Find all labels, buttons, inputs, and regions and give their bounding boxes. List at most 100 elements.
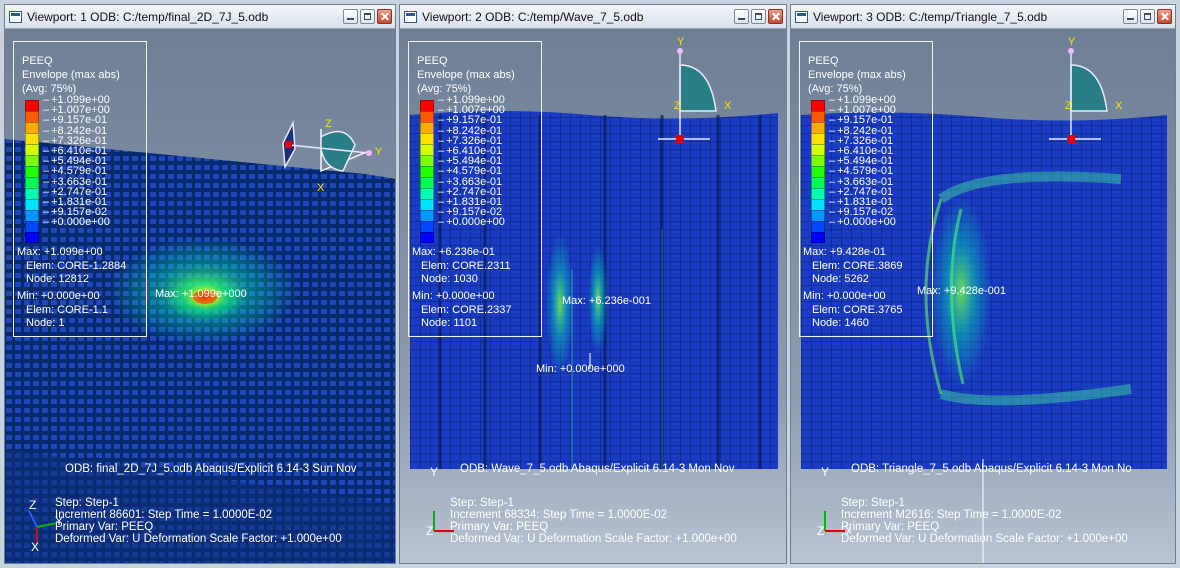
viewport-icon[interactable] <box>404 10 417 23</box>
deformed-var: Deformed Var: U Deformation Scale Factor… <box>841 533 1128 545</box>
legend-swatch <box>811 210 825 221</box>
legend-swatch <box>25 177 39 188</box>
viewport-1[interactable]: Viewport: 1 ODB: C:/temp/final_2D_7J_5.o… <box>4 4 396 564</box>
legend-max-info: Max: +6.236e-01 Elem: CORE.2311 Node: 10… <box>412 246 511 287</box>
max-elem: Elem: CORE.2311 <box>421 259 511 272</box>
odb-info: ODB: Wave_7_5.odb Abaqus/Explicit 6.14-3… <box>460 463 735 475</box>
legend-colorbar <box>420 100 434 243</box>
viewport-2[interactable]: Viewport: 2 ODB: C:/temp/Wave_7_5.odb Y … <box>399 4 787 564</box>
max-node: Node: 5262 <box>812 273 869 285</box>
viewport-2-status: Y ODB: Wave_7_5.odb Abaqus/Explicit 6.14… <box>400 459 786 563</box>
legend-swatch <box>811 232 825 243</box>
legend-max-info: Max: +1.099e+00 Elem: CORE-1.2884 Node: … <box>17 246 126 287</box>
max-elem: Elem: CORE-1.2884 <box>26 259 127 272</box>
minimize-button[interactable] <box>343 9 358 24</box>
legend-swatch <box>420 221 434 232</box>
legend-swatch <box>420 122 434 133</box>
viewport-title: Viewport: 2 ODB: C:/temp/Wave_7_5.odb <box>422 9 644 24</box>
legend-swatch <box>811 133 825 144</box>
triad-z-label: Z <box>325 118 332 130</box>
legend-swatch <box>811 221 825 232</box>
viewport-1-canvas[interactable]: Z Y X Max: +1.099e+000 PEEQ Envelope (ma… <box>5 29 395 563</box>
max-node: Node: 12812 <box>26 273 89 285</box>
primary-var: Primary Var: PEEQ <box>55 521 154 533</box>
viewport-2-canvas[interactable]: Y Z X Max: +6.236e-001 Min: +0.000e+000 … <box>400 29 786 563</box>
min-elem: Elem: CORE.3765 <box>812 303 903 316</box>
orientation-triad: Y Z X <box>1049 36 1123 143</box>
viewport-3-status: Y ODB: Triangle_7_5.odb Abaqus/Explicit … <box>791 459 1175 563</box>
viewport-3[interactable]: Viewport: 3 ODB: C:/temp/Triangle_7_5.od… <box>790 4 1176 564</box>
step-name: Step: Step-1 <box>55 497 119 509</box>
increment-info: Increment 86601: Step Time = 1.0000E-02 <box>55 509 273 521</box>
legend-swatch <box>25 221 39 232</box>
legend-swatch <box>420 100 434 111</box>
mini-z-label: Z <box>426 524 433 538</box>
orientation-triad: Y Z X <box>658 36 732 143</box>
legend-swatch <box>25 188 39 199</box>
viewport-3-titlebar[interactable]: Viewport: 3 ODB: C:/temp/Triangle_7_5.od… <box>791 5 1175 29</box>
step-name: Step: Step-1 <box>450 497 514 509</box>
legend-envelope: Envelope (max abs) <box>808 69 906 81</box>
viewport-3-canvas[interactable]: Y Z X Max: +9.428e-001 PEEQ Envelope (ma… <box>791 29 1175 563</box>
viewport-icon[interactable] <box>795 10 808 23</box>
step-info: Step: Step-1 Increment M2616: Step Time … <box>841 497 1128 545</box>
close-button[interactable] <box>768 9 783 24</box>
viewport-2-titlebar[interactable]: Viewport: 2 ODB: C:/temp/Wave_7_5.odb <box>400 5 786 29</box>
close-button[interactable] <box>1157 9 1172 24</box>
max-value: Max: +1.099e+00 <box>17 246 103 258</box>
triad-y-label: Y <box>677 36 685 48</box>
legend-swatch <box>420 210 434 221</box>
viewport-title: Viewport: 3 ODB: C:/temp/Triangle_7_5.od… <box>813 9 1048 24</box>
legend-swatch <box>25 232 39 243</box>
maximize-button[interactable] <box>360 9 375 24</box>
legend-swatch <box>420 155 434 166</box>
legend-swatch <box>25 100 39 111</box>
max-annotation: Max: +6.236e-001 <box>562 295 651 307</box>
odb-info: ODB: final_2D_7J_5.odb Abaqus/Explicit 6… <box>65 463 357 475</box>
legend-variable: PEEQ <box>808 55 839 67</box>
workspace: Viewport: 1 ODB: C:/temp/final_2D_7J_5.o… <box>0 0 1180 568</box>
step-name: Step: Step-1 <box>841 497 905 509</box>
legend-swatch <box>811 188 825 199</box>
legend-colorbar <box>811 100 825 243</box>
deformed-var: Deformed Var: U Deformation Scale Factor… <box>450 533 737 545</box>
legend-swatch <box>811 199 825 210</box>
contour-legend[interactable]: PEEQ Envelope (max abs) (Avg: 75%) +1.09… <box>799 41 933 337</box>
orientation-triad: Z Y X <box>282 118 383 194</box>
viewport-icon[interactable] <box>9 10 22 23</box>
legend-swatch <box>811 177 825 188</box>
triad-y-label: Y <box>1068 36 1076 48</box>
contour-legend[interactable]: PEEQ Envelope (max abs) (Avg: 75%) +1.09… <box>408 41 542 337</box>
triad-x-label: X <box>317 182 325 194</box>
legend-value: +0.000e+00 <box>438 217 505 228</box>
legend-swatch <box>420 111 434 122</box>
triad-x-label: X <box>1115 100 1123 112</box>
legend-swatch <box>811 100 825 111</box>
viewport-1-titlebar[interactable]: Viewport: 1 ODB: C:/temp/final_2D_7J_5.o… <box>5 5 395 29</box>
triad-x-label: X <box>724 100 732 112</box>
min-value: Min: +0.000e+00 <box>412 290 495 302</box>
legend-values: +1.099e+00+1.007e+00+9.157e-01+8.242e-01… <box>43 94 110 228</box>
legend-envelope: Envelope (max abs) <box>22 69 120 81</box>
legend-swatch <box>420 199 434 210</box>
min-node: Node: 1 <box>26 317 65 329</box>
contour-legend[interactable]: PEEQ Envelope (max abs) (Avg: 75%) +1.09… <box>13 41 147 337</box>
viewport-1-status: ODB: final_2D_7J_5.odb Abaqus/Explicit 6… <box>5 459 395 563</box>
legend-swatch <box>811 166 825 177</box>
legend-swatch <box>420 144 434 155</box>
triad-z-label: Z <box>1065 100 1072 112</box>
legend-min-info: Min: +0.000e+00 Elem: CORE.2337 Node: 11… <box>412 290 511 331</box>
min-annotation: Min: +0.000e+000 <box>536 363 625 375</box>
minimize-button[interactable] <box>1123 9 1138 24</box>
legend-swatch <box>25 166 39 177</box>
max-elem: Elem: CORE.3869 <box>812 259 903 272</box>
minimize-button[interactable] <box>734 9 749 24</box>
legend-swatch <box>25 122 39 133</box>
maximize-button[interactable] <box>1140 9 1155 24</box>
legend-min-info: Min: +0.000e+00 Elem: CORE.3765 Node: 14… <box>803 290 902 331</box>
close-button[interactable] <box>377 9 392 24</box>
step-info: Step: Step-1 Increment 86601: Step Time … <box>55 497 342 545</box>
triad-y-label: Y <box>375 146 383 158</box>
legend-swatch <box>25 133 39 144</box>
maximize-button[interactable] <box>751 9 766 24</box>
